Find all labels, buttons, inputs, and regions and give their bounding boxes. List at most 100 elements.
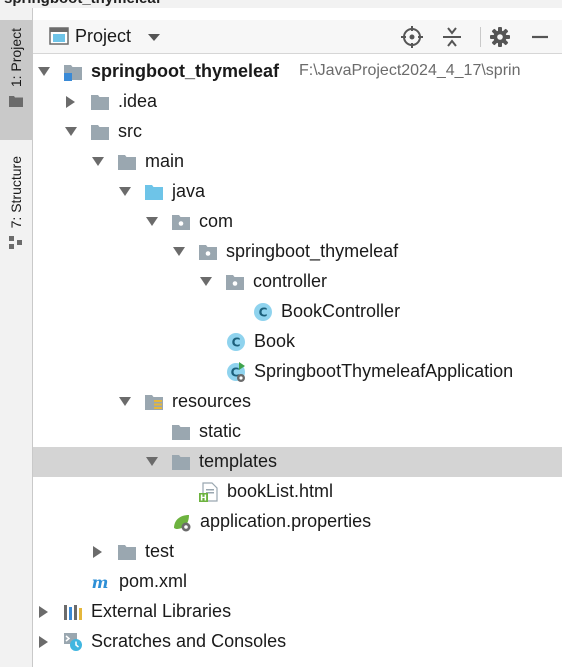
window-title: springboot_thymeleaf [4,0,161,7]
svg-text:C: C [259,306,268,320]
tree-item-external-libraries[interactable]: External Libraries [33,597,562,627]
locate-button[interactable] [401,26,423,48]
tree-item-label: templates [199,451,278,471]
tree-item-controller[interactable]: controller [33,267,562,297]
chevron-down-icon[interactable] [148,34,160,42]
folder-icon [172,425,190,440]
expand-arrow-icon[interactable] [119,187,131,196]
structure-icon [9,236,22,250]
expand-arrow-icon[interactable] [93,546,102,558]
package-icon [199,245,217,260]
expand-arrow-icon[interactable] [39,606,48,618]
project-view-icon [49,27,69,45]
expand-arrow-icon[interactable] [119,397,131,406]
tree-item-label: main [145,151,185,171]
folder-icon [118,155,136,170]
package-icon [172,215,190,230]
tree-item-label: com [199,211,234,231]
expand-arrow-icon[interactable] [65,127,77,136]
project-view-title[interactable]: Project [75,26,131,47]
tree-item-static[interactable]: static [33,417,562,447]
expand-arrow-icon[interactable] [146,217,158,226]
tree-item-com[interactable]: com [33,207,562,237]
folder-icon [91,125,109,140]
header-separator [480,27,481,47]
tree-item-label: pom.xml [119,571,188,591]
tree-item-main[interactable]: main [33,147,562,177]
tab-structure-label: 7: Structure [8,156,24,229]
tree-item-idea[interactable]: .idea [33,87,562,117]
expand-arrow-icon[interactable] [66,96,75,108]
package-icon [226,275,244,290]
tool-window-strip: 1: Project 7: Structure [0,8,33,667]
tree-item-book[interactable]: C Book [33,327,562,357]
tree-item-java[interactable]: java [33,177,562,207]
minimize-button[interactable] [529,26,551,48]
scratches-icon [64,633,82,651]
window-title-strip: springboot_thymeleaf [0,0,562,8]
tree-item-label: test [145,541,175,561]
source-folder-icon [145,185,163,200]
project-header: Project [33,20,562,54]
expand-arrow-icon[interactable] [200,277,212,286]
tree-item-package-springboot[interactable]: springboot_thymeleaf [33,237,562,267]
class-icon: C [227,333,245,351]
maven-icon: m [92,573,109,592]
folder-icon [9,96,23,108]
tree-item-application-properties[interactable]: application.properties [33,507,562,537]
tree-item-label: BookController [281,301,401,321]
settings-button[interactable] [489,26,511,48]
expand-arrow-icon[interactable] [38,67,50,76]
minimize-icon [532,35,548,39]
tree-item-booklist-html[interactable]: H bookList.html [33,477,562,507]
expand-arrow-icon[interactable] [39,636,48,648]
tree-item-label: java [172,181,206,201]
tree-item-label: src [118,121,142,141]
svg-text:m: m [92,573,109,592]
tree-item-label: springboot_thymeleaf [226,241,399,261]
tree-item-templates[interactable]: templates [33,447,562,477]
collapse-all-button[interactable] [441,26,463,48]
tree-item-label: bookList.html [227,481,334,501]
tab-project[interactable]: 1: Project [0,20,32,140]
folder-icon [118,545,136,560]
tab-structure[interactable]: 7: Structure [0,156,32,276]
gear-icon [490,27,510,47]
tree-item-bookcontroller[interactable]: C BookController [33,297,562,327]
tree-item-label: External Libraries [91,601,232,621]
tree-item-label: resources [172,391,252,411]
spring-properties-icon [174,515,191,532]
tree-item-label: Scratches and Consoles [91,631,287,651]
tree-item-label: springboot_thymeleaf [91,61,280,81]
module-path: F:\JavaProject2024_4_17\sprin [299,62,521,79]
tree-item-pom[interactable]: m pom.xml [33,567,562,597]
resources-folder-icon [145,395,163,410]
spring-boot-class-icon: C [227,362,245,382]
tree-item-test[interactable]: test [33,537,562,567]
svg-text:H: H [200,494,207,503]
folder-icon [91,95,109,110]
module-icon [64,65,82,81]
class-icon: C [254,303,272,321]
project-tree: springboot_thymeleaf F:\JavaProject2024_… [33,57,562,657]
tree-item-label: application.properties [200,511,372,531]
tree-item-label: static [199,421,242,441]
tree-item-resources[interactable]: resources [33,387,562,417]
expand-arrow-icon[interactable] [92,157,104,166]
folder-icon [172,455,190,470]
html-file-icon: H [199,482,218,503]
expand-arrow-icon[interactable] [173,247,185,256]
tree-item-label: .idea [118,91,158,111]
expand-arrow-icon[interactable] [146,457,158,466]
svg-text:C: C [232,336,241,350]
tree-item-label: SpringbootThymeleafApplication [254,361,514,381]
tree-item-module[interactable]: springboot_thymeleaf F:\JavaProject2024_… [33,57,562,87]
tree-item-src[interactable]: src [33,117,562,147]
locate-icon [401,26,423,48]
libraries-icon [64,605,82,620]
tree-item-application-class[interactable]: C SpringbootThymeleafApplication [33,357,562,387]
tab-project-label: 1: Project [8,28,24,88]
tree-item-label: controller [253,271,328,291]
tree-item-label: Book [254,331,296,351]
tree-item-scratches[interactable]: Scratches and Consoles [33,627,562,657]
